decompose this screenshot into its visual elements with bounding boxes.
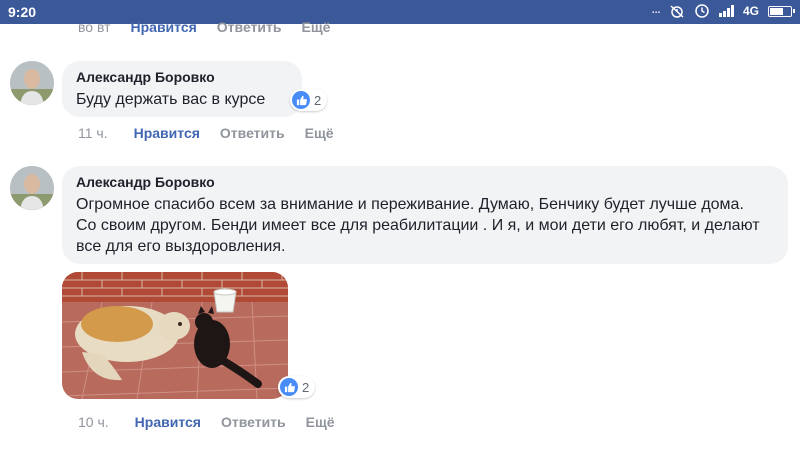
reaction-count: 2 bbox=[314, 92, 322, 108]
dots-icon: ∙∙∙ bbox=[651, 3, 661, 19]
reply-button[interactable]: Ответить bbox=[220, 125, 285, 141]
action-row-previous: во вт Нравится Ответить Ещё bbox=[78, 19, 350, 35]
avatar[interactable] bbox=[10, 166, 54, 210]
dog-and-cat-photo bbox=[62, 272, 288, 399]
status-time: 9:20 bbox=[8, 4, 37, 20]
reply-button[interactable]: Ответить bbox=[217, 19, 282, 35]
reaction-badge[interactable]: 2 bbox=[278, 376, 316, 398]
alarm-icon bbox=[669, 4, 685, 18]
action-row: 11 ч. Нравится Ответить Ещё bbox=[78, 125, 354, 141]
comment-author[interactable]: Александр Боровко bbox=[76, 174, 774, 190]
thumbs-up-icon bbox=[280, 378, 298, 396]
comment-time: во вт bbox=[78, 19, 111, 35]
comment-bubble: Александр Боровко Огромное спасибо всем … bbox=[62, 166, 788, 264]
comment-text: Буду держать вас в курсе bbox=[76, 91, 266, 108]
network-type: 4G bbox=[742, 4, 759, 18]
comment-time: 10 ч. bbox=[78, 414, 109, 430]
battery-icon bbox=[768, 5, 795, 17]
more-button[interactable]: Ещё bbox=[305, 125, 334, 141]
reaction-count: 2 bbox=[302, 379, 310, 395]
comment-time: 11 ч. bbox=[78, 125, 108, 141]
more-button[interactable]: Ещё bbox=[302, 19, 331, 35]
comment-author[interactable]: Александр Боровко bbox=[76, 69, 288, 85]
like-button[interactable]: Нравится bbox=[131, 19, 197, 35]
like-button[interactable]: Нравится bbox=[134, 125, 200, 141]
avatar[interactable] bbox=[10, 61, 54, 105]
like-button[interactable]: Нравится bbox=[135, 414, 201, 430]
thumbs-up-icon bbox=[292, 91, 310, 109]
comment-text: Огромное спасибо всем за внимание и пере… bbox=[76, 196, 760, 255]
more-button[interactable]: Ещё bbox=[306, 414, 335, 430]
comment-bubble: Александр Боровко Буду держать вас в кур… bbox=[62, 61, 302, 117]
attached-photo[interactable] bbox=[62, 272, 288, 399]
action-row: 10 ч. Нравится Ответить Ещё bbox=[78, 414, 355, 430]
signal-icon bbox=[718, 5, 734, 17]
clock-icon bbox=[694, 4, 710, 18]
reaction-badge[interactable]: 2 bbox=[290, 89, 328, 111]
reply-button[interactable]: Ответить bbox=[221, 414, 286, 430]
